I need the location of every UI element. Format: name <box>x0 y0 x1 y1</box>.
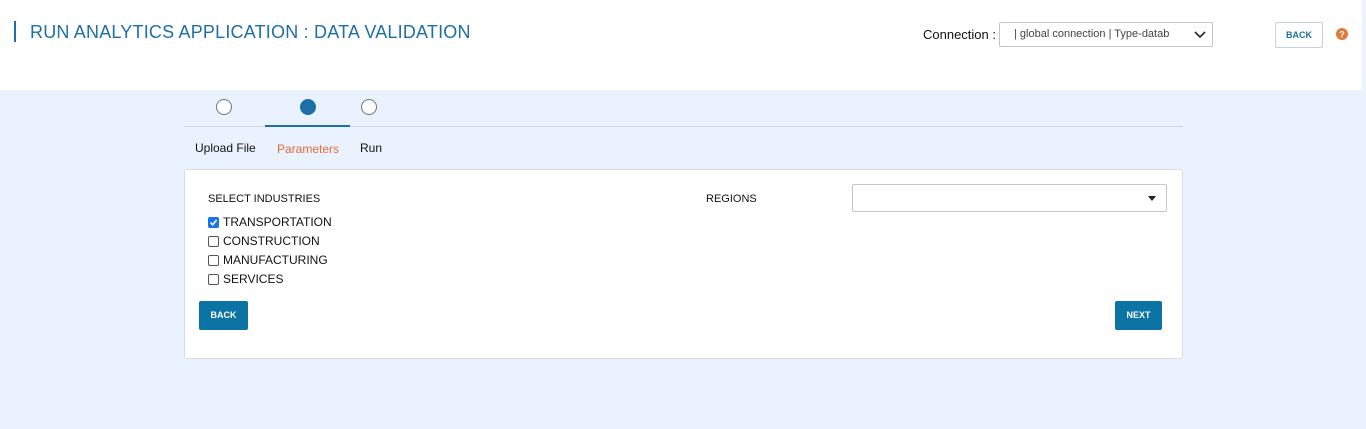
caret-down-icon <box>1148 196 1156 201</box>
wizard-stepper <box>184 96 1183 128</box>
checkbox-services[interactable] <box>208 273 219 285</box>
industry-option-manufacturing[interactable]: MANUFACTURING <box>208 253 328 267</box>
next-button[interactable]: NEXT <box>1115 301 1162 330</box>
step-circle-upload-file[interactable] <box>216 99 232 115</box>
regions-label: REGIONS <box>706 193 757 205</box>
connection-label: Connection : <box>923 27 996 42</box>
industry-option-transportation[interactable]: TRANSPORTATION <box>208 215 332 229</box>
select-industries-label: SELECT INDUSTRIES <box>208 193 321 205</box>
connection-select[interactable]: | global connection | Type-datab <box>999 22 1213 47</box>
industry-label: CONSTRUCTION <box>223 234 320 248</box>
check-icon <box>209 218 218 226</box>
help-icon[interactable]: ? <box>1336 28 1348 40</box>
title-accent-bar <box>14 21 16 42</box>
back-button-top[interactable]: BACK <box>1275 22 1323 48</box>
chevron-down-icon <box>1194 31 1206 39</box>
checkbox-manufacturing[interactable] <box>208 254 219 266</box>
page-title: RUN ANALYTICS APPLICATION : DATA VALIDAT… <box>30 22 471 42</box>
regions-select[interactable] <box>852 184 1167 212</box>
step-circle-run[interactable] <box>361 99 377 115</box>
back-button[interactable]: BACK <box>199 301 248 330</box>
tab-upload-file[interactable]: Upload File <box>195 141 256 155</box>
connection-select-value: | global connection | Type-datab <box>1014 28 1170 40</box>
checkbox-construction[interactable] <box>208 235 219 247</box>
parameters-panel: SELECT INDUSTRIES TRANSPORTATION CONSTRU… <box>184 169 1183 359</box>
industry-label: TRANSPORTATION <box>223 215 332 229</box>
svg-text:?: ? <box>1339 30 1345 40</box>
page-header: RUN ANALYTICS APPLICATION : DATA VALIDAT… <box>0 0 1362 90</box>
tab-run[interactable]: Run <box>360 141 382 155</box>
tab-parameters[interactable]: Parameters <box>277 142 339 156</box>
industry-label: MANUFACTURING <box>223 253 328 267</box>
step-circle-parameters[interactable] <box>300 99 316 115</box>
industry-option-services[interactable]: SERVICES <box>208 272 283 286</box>
industry-label: SERVICES <box>223 272 284 286</box>
stepper-active-indicator <box>265 125 350 127</box>
checkbox-transportation[interactable] <box>208 216 219 228</box>
industry-option-construction[interactable]: CONSTRUCTION <box>208 234 320 248</box>
